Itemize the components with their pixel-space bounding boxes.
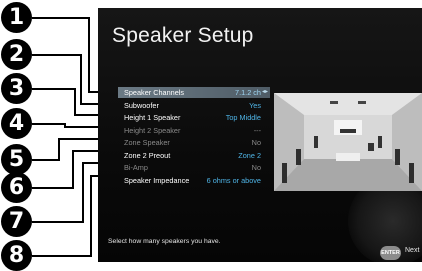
callout-badge-2: 2 bbox=[1, 39, 32, 70]
leader-line-7 bbox=[32, 221, 84, 223]
next-label: Next bbox=[405, 247, 420, 254]
callout-badge-1: 1 bbox=[1, 2, 32, 33]
menu-item-label: Bi-Amp bbox=[124, 163, 148, 172]
leader-line-4 bbox=[32, 123, 66, 125]
height-speaker-right bbox=[358, 101, 366, 104]
receiver-screen: Speaker Setup Speaker Channels 7.1.2 ch … bbox=[98, 8, 422, 262]
speaker-layout-illustration bbox=[274, 93, 422, 191]
menu-item-height-2-speaker[interactable]: Height 2 Speaker --- bbox=[118, 125, 270, 136]
leader-line-2 bbox=[32, 54, 82, 56]
leader-line-6 bbox=[32, 187, 74, 189]
menu-item-label: Height 2 Speaker bbox=[124, 125, 181, 135]
menu-item-value: --- bbox=[253, 125, 261, 135]
leader-line-3 bbox=[32, 88, 76, 90]
menu-item-label: Height 1 Speaker bbox=[124, 113, 181, 122]
sofa bbox=[336, 153, 360, 161]
leader-line-8 bbox=[32, 255, 92, 257]
page-title: Speaker Setup bbox=[112, 24, 254, 47]
leader-line-6-vertical bbox=[72, 150, 74, 189]
menu-item-speaker-impedance[interactable]: Speaker Impedance 6 ohms or above bbox=[118, 175, 270, 186]
leader-line-8-vertical bbox=[90, 175, 92, 257]
menu-item-value: Zone 2 bbox=[238, 150, 261, 160]
leader-line-1 bbox=[32, 17, 90, 19]
callout-badge-3: 3 bbox=[1, 73, 32, 104]
leader-line-5-vertical bbox=[58, 138, 60, 161]
menu-item-speaker-channels[interactable]: Speaker Channels 7.1.2 ch ◂▸ bbox=[118, 87, 270, 98]
callout-badge-8: 8 bbox=[1, 240, 32, 271]
callout-badge-7: 7 bbox=[1, 206, 32, 237]
subwoofer bbox=[368, 143, 374, 151]
menu-item-label: Zone 2 Preout bbox=[124, 150, 171, 160]
surround-right-speaker bbox=[395, 149, 400, 165]
height-speaker-left bbox=[330, 101, 338, 104]
enter-button[interactable]: ENTER bbox=[380, 246, 401, 260]
menu-item-value: 6 ohms or above bbox=[206, 175, 261, 185]
back-right-speaker bbox=[409, 163, 414, 183]
room-diagram bbox=[274, 93, 422, 191]
callout-badge-6: 6 bbox=[1, 172, 32, 203]
menu-item-zone-speaker[interactable]: Zone Speaker No bbox=[118, 137, 270, 148]
leader-line-7-vertical bbox=[82, 162, 84, 223]
left-right-arrows-icon: ◂▸ bbox=[261, 89, 268, 95]
leader-line-5 bbox=[32, 159, 60, 161]
menu-item-height-1-speaker[interactable]: Height 1 Speaker Top Middle bbox=[118, 112, 270, 123]
menu-item-label: Speaker Channels bbox=[124, 88, 185, 97]
menu-item-label: Speaker Impedance bbox=[124, 175, 190, 185]
menu-item-bi-amp[interactable]: Bi-Amp No bbox=[118, 162, 270, 173]
help-text: Select how many speakers you have. bbox=[108, 238, 221, 245]
back-left-speaker bbox=[282, 163, 287, 183]
callout-badge-5: 5 bbox=[1, 144, 32, 175]
surround-left-speaker bbox=[296, 149, 301, 165]
menu-item-subwoofer[interactable]: Subwoofer Yes bbox=[118, 100, 270, 111]
menu-item-label: Zone Speaker bbox=[124, 138, 170, 147]
leader-line-3-vertical bbox=[74, 88, 76, 116]
menu-item-value: No bbox=[251, 138, 261, 147]
menu-item-zone-2-preout[interactable]: Zone 2 Preout Zone 2 bbox=[118, 150, 270, 161]
leader-line-1-vertical bbox=[88, 17, 90, 93]
front-left-speaker bbox=[314, 136, 318, 148]
speaker-setup-menu: Speaker Channels 7.1.2 ch ◂▸ Subwoofer Y… bbox=[118, 87, 270, 187]
menu-item-value: Top Middle bbox=[225, 113, 261, 122]
menu-item-label: Subwoofer bbox=[124, 100, 159, 110]
menu-item-value: No bbox=[251, 163, 261, 172]
callout-badge-4: 4 bbox=[1, 108, 32, 139]
menu-item-value: Yes bbox=[249, 100, 261, 110]
leader-line-2-vertical bbox=[80, 54, 82, 105]
menu-item-value: 7.1.2 ch bbox=[235, 88, 261, 97]
front-right-speaker bbox=[378, 136, 382, 148]
